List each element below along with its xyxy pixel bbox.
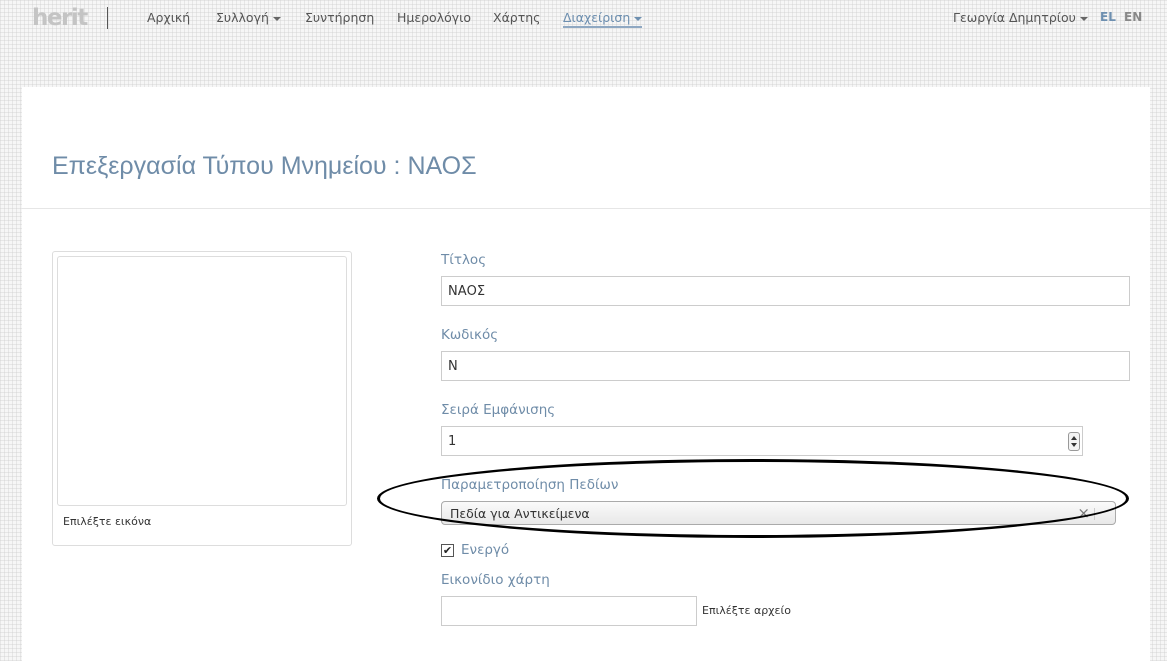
top-navbar: herit Αρχική Συλλογή Συντήρηση Ημερολόγι… [0, 0, 1167, 36]
user-menu[interactable]: Γεωργία Δημητρίου [953, 10, 1088, 25]
main-panel: Επεξεργασία Τύπου Μνημείου : ΝΑΟΣ Επιλέξ… [22, 87, 1150, 661]
fields-config-select[interactable]: Πεδία για Αντικείμενα × [441, 501, 1116, 525]
code-label: Κωδικός [441, 327, 499, 343]
active-checkbox[interactable]: ✔ [441, 544, 454, 557]
image-preview [57, 256, 347, 506]
title-input[interactable] [441, 276, 1130, 306]
logo-divider [107, 7, 108, 29]
image-card: Επιλέξτε εικόνα [52, 251, 352, 546]
nav-collection-label: Συλλογή [216, 10, 269, 25]
title-label: Τίτλος [441, 252, 487, 268]
fields-config-label: Παραμετροποίηση Πεδίων [441, 477, 619, 493]
page-title: Επεξεργασία Τύπου Μνημείου : ΝΑΟΣ [52, 152, 477, 180]
nav-administration-label: Διαχείριση [563, 10, 631, 25]
active-label: Ενεργό [461, 542, 510, 558]
arrow-down-icon [1071, 443, 1077, 447]
choose-file-button[interactable]: Επιλέξτε αρχείο [702, 604, 791, 617]
herit-logo[interactable]: herit [32, 5, 88, 31]
map-icon-file-input[interactable] [441, 596, 697, 626]
user-name: Γεωργία Δημητρίου [953, 10, 1076, 25]
nav-home[interactable]: Αρχική [147, 10, 190, 25]
chevron-down-icon [1079, 16, 1088, 21]
choose-image-link[interactable]: Επιλέξτε εικόνα [63, 515, 151, 528]
nav-map[interactable]: Χάρτης [493, 10, 541, 25]
nav-administration[interactable]: Διαχείριση [563, 10, 643, 28]
order-label: Σειρά Εμφάνισης [441, 402, 556, 418]
chevron-down-icon [272, 16, 281, 21]
code-input[interactable] [441, 351, 1130, 381]
chevron-down-icon [634, 16, 643, 21]
panel-header: Επεξεργασία Τύπου Μνημείου : ΝΑΟΣ [22, 87, 1150, 209]
fields-config-selected-value: Πεδία για Αντικείμενα [450, 506, 590, 521]
nav-calendar[interactable]: Ημερολόγιο [397, 10, 471, 25]
order-stepper[interactable] [1068, 432, 1080, 451]
order-input[interactable] [441, 426, 1083, 456]
nav-collection[interactable]: Συλλογή [216, 10, 281, 25]
arrow-up-icon [1071, 436, 1077, 440]
select-divider [1094, 508, 1095, 520]
lang-en-link[interactable]: EN [1124, 10, 1142, 24]
nav-conservation[interactable]: Συντήρηση [305, 10, 374, 25]
clear-icon[interactable]: × [1077, 504, 1090, 522]
map-icon-label: Εικονίδιο χάρτη [441, 572, 550, 588]
lang-el-link[interactable]: EL [1100, 10, 1116, 24]
